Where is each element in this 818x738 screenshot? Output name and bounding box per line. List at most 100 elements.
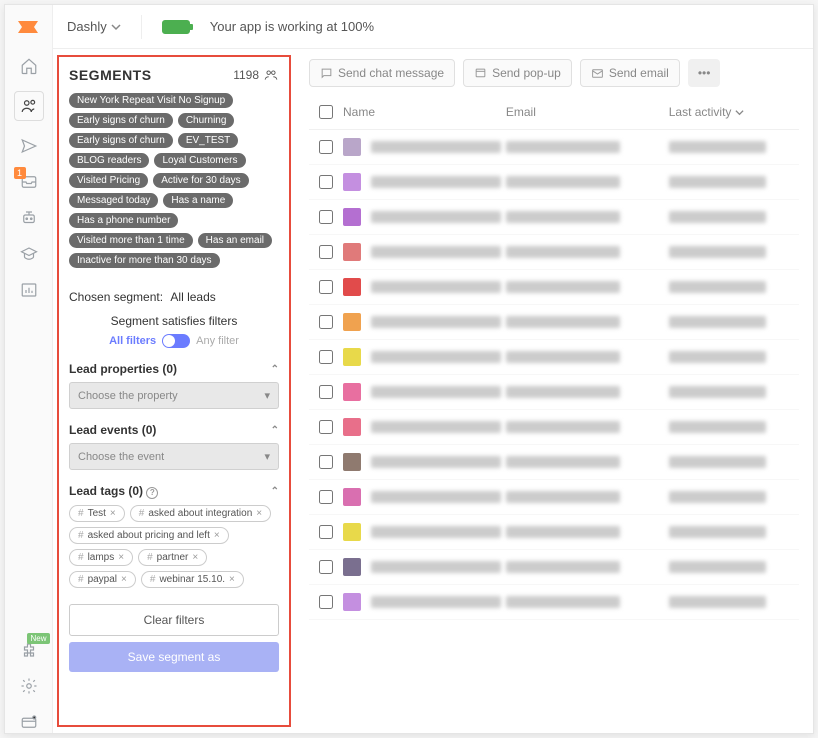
row-checkbox[interactable] [319, 210, 333, 224]
segment-chips: New York Repeat Visit No Signup Early sig… [69, 93, 279, 268]
col-activity[interactable]: Last activity [669, 105, 799, 119]
settings-icon[interactable] [18, 675, 40, 697]
tags-container: # Test × # asked about integration × # ask… [69, 505, 279, 588]
avatar [343, 593, 361, 611]
education-icon[interactable] [18, 243, 40, 265]
row-checkbox[interactable] [319, 490, 333, 504]
row-checkbox[interactable] [319, 280, 333, 294]
segment-chip[interactable]: Loyal Customers [154, 153, 245, 168]
email-placeholder [506, 561, 620, 573]
app-logo [15, 13, 43, 41]
select-all-checkbox[interactable] [319, 105, 333, 119]
remove-tag-icon[interactable]: × [256, 508, 262, 519]
lead-tag[interactable]: # paypal × [69, 571, 136, 588]
inbox-icon[interactable]: 1 [18, 171, 40, 193]
row-checkbox[interactable] [319, 525, 333, 539]
activity-placeholder [669, 246, 767, 258]
more-actions-button[interactable]: ••• [688, 59, 721, 87]
property-select[interactable]: Choose the property ▾ [69, 382, 279, 409]
table-row[interactable] [309, 410, 799, 445]
app-name: Dashly [67, 19, 107, 34]
remove-tag-icon[interactable]: × [118, 552, 124, 563]
remove-tag-icon[interactable]: × [121, 574, 127, 585]
row-checkbox[interactable] [319, 175, 333, 189]
segment-chip[interactable]: Has a name [163, 193, 233, 208]
lead-events-header[interactable]: Lead events (0) ⌃ [69, 423, 279, 437]
table-row[interactable] [309, 270, 799, 305]
segment-chip[interactable]: Messaged today [69, 193, 158, 208]
lead-properties-header[interactable]: Lead properties (0) ⌃ [69, 362, 279, 376]
lead-tag[interactable]: # Test × [69, 505, 125, 522]
table-row[interactable] [309, 340, 799, 375]
segment-chip[interactable]: EV_TEST [178, 133, 238, 148]
send-chat-button[interactable]: Send chat message [309, 59, 455, 87]
bot-icon[interactable] [18, 207, 40, 229]
nav-rail: 1 New [5, 5, 53, 733]
email-placeholder [506, 176, 620, 188]
avatar [343, 138, 361, 156]
plugin-icon[interactable]: New [18, 639, 40, 661]
segment-count: 1198 [233, 68, 279, 82]
avatar [343, 488, 361, 506]
remove-tag-icon[interactable]: × [192, 552, 198, 563]
app-dropdown[interactable]: Dashly [67, 19, 121, 34]
segment-chip[interactable]: Inactive for more than 30 days [69, 253, 220, 268]
segment-chip[interactable]: Early signs of churn [69, 133, 173, 148]
segment-chip[interactable]: Visited more than 1 time [69, 233, 193, 248]
table-row[interactable] [309, 550, 799, 585]
row-checkbox[interactable] [319, 385, 333, 399]
table-row[interactable] [309, 130, 799, 165]
row-checkbox[interactable] [319, 350, 333, 364]
table-row[interactable] [309, 235, 799, 270]
name-placeholder [371, 176, 501, 188]
row-checkbox[interactable] [319, 560, 333, 574]
remove-tag-icon[interactable]: × [214, 530, 220, 541]
segment-chip[interactable]: BLOG readers [69, 153, 149, 168]
status-text: Your app is working at 100% [210, 19, 374, 34]
save-segment-button[interactable]: Save segment as [69, 642, 279, 672]
row-checkbox[interactable] [319, 315, 333, 329]
segment-chip[interactable]: Has a phone number [69, 213, 178, 228]
segment-chip[interactable]: Churning [178, 113, 235, 128]
card-icon[interactable] [18, 711, 40, 733]
toggle-switch[interactable] [162, 334, 190, 348]
table-row[interactable] [309, 585, 799, 620]
table-row[interactable] [309, 165, 799, 200]
segment-chip[interactable]: Visited Pricing [69, 173, 148, 188]
name-placeholder [371, 526, 501, 538]
analytics-icon[interactable] [18, 279, 40, 301]
segment-chip[interactable]: New York Repeat Visit No Signup [69, 93, 233, 108]
row-checkbox[interactable] [319, 595, 333, 609]
send-email-button[interactable]: Send email [580, 59, 680, 87]
row-checkbox[interactable] [319, 455, 333, 469]
row-checkbox[interactable] [319, 140, 333, 154]
table-row[interactable] [309, 375, 799, 410]
row-checkbox[interactable] [319, 245, 333, 259]
info-icon[interactable]: ? [146, 487, 158, 499]
clear-filters-button[interactable]: Clear filters [69, 604, 279, 636]
name-placeholder [371, 141, 501, 153]
remove-tag-icon[interactable]: × [229, 574, 235, 585]
segment-chip[interactable]: Active for 30 days [153, 173, 248, 188]
table-row[interactable] [309, 200, 799, 235]
lead-tag[interactable]: # webinar 15.10. × [141, 571, 244, 588]
lead-tag[interactable]: # lamps × [69, 549, 133, 566]
segment-chip[interactable]: Early signs of churn [69, 113, 173, 128]
table-row[interactable] [309, 445, 799, 480]
lead-tag[interactable]: # partner × [138, 549, 207, 566]
event-select[interactable]: Choose the event ▾ [69, 443, 279, 470]
name-placeholder [371, 246, 501, 258]
lead-tag[interactable]: # asked about integration × [130, 505, 271, 522]
send-popup-button[interactable]: Send pop-up [463, 59, 572, 87]
table-row[interactable] [309, 480, 799, 515]
table-row[interactable] [309, 515, 799, 550]
lead-tag[interactable]: # asked about pricing and left × [69, 527, 229, 544]
remove-tag-icon[interactable]: × [110, 508, 116, 519]
table-row[interactable] [309, 305, 799, 340]
people-icon[interactable] [14, 91, 44, 121]
lead-tags-header[interactable]: Lead tags (0) ? ⌃ [69, 484, 279, 499]
home-icon[interactable] [18, 55, 40, 77]
send-icon[interactable] [18, 135, 40, 157]
row-checkbox[interactable] [319, 420, 333, 434]
segment-chip[interactable]: Has an email [198, 233, 272, 248]
